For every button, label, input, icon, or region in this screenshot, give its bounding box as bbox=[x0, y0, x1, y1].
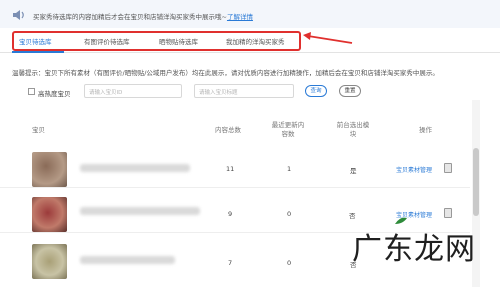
search-button[interactable]: 查询 bbox=[305, 85, 327, 97]
total-count: 7 bbox=[228, 259, 233, 267]
total-count: 11 bbox=[226, 165, 235, 173]
filter-bar: 高热度宝贝 请输入宝贝ID 请输入宝贝标题 查询 重置 bbox=[0, 84, 500, 98]
document-icon[interactable] bbox=[444, 163, 452, 173]
manage-materials-link[interactable]: 宝贝素材管理 bbox=[396, 165, 432, 174]
product-thumbnail bbox=[32, 152, 67, 187]
col-ops: 操作 bbox=[419, 126, 432, 134]
scrollbar-thumb[interactable] bbox=[473, 148, 479, 216]
recent-count: 0 bbox=[287, 259, 292, 267]
notice-bar: 买家秀待选库的内容加精后才会在宝贝和店铺洋淘买家秀中展示哦~了解详情 bbox=[0, 0, 500, 28]
notice-text: 买家秀待选库的内容加精后才会在宝贝和店铺洋淘买家秀中展示哦~ bbox=[33, 13, 227, 21]
hot-items-label: 高热度宝贝 bbox=[38, 90, 71, 98]
recent-count: 0 bbox=[287, 210, 292, 218]
tip-text: 温馨提示：宝贝下所有素材（有图评价/晒物贴/公域用户发布）均在此展示，请对优质内… bbox=[12, 69, 439, 77]
col-selected: 前台选出模 块 bbox=[336, 121, 370, 138]
blurred-product-title bbox=[80, 256, 175, 264]
col-total: 内容总数 bbox=[215, 126, 241, 134]
table-header: 宝贝 内容总数 最近更新内 容数 前台选出模 块 操作 bbox=[0, 117, 470, 143]
col-recent: 最近更新内 容数 bbox=[271, 121, 305, 138]
speaker-icon bbox=[13, 10, 24, 20]
total-count: 9 bbox=[228, 210, 233, 218]
active-tab-indicator bbox=[12, 51, 64, 53]
recent-count: 1 bbox=[287, 165, 292, 173]
arrow-annotation-icon bbox=[303, 32, 353, 44]
learn-more-link[interactable]: 了解详情 bbox=[227, 13, 253, 21]
highlight-box bbox=[12, 31, 301, 51]
hot-items-checkbox[interactable] bbox=[28, 88, 35, 95]
reset-button[interactable]: 重置 bbox=[339, 85, 361, 97]
col-item: 宝贝 bbox=[32, 126, 45, 134]
product-thumbnail bbox=[32, 197, 67, 232]
watermark: 广东龙网 bbox=[352, 232, 476, 267]
selected-flag: 否 bbox=[349, 212, 356, 220]
selected-flag: 是 bbox=[350, 167, 357, 175]
document-icon[interactable] bbox=[444, 208, 452, 218]
item-id-input[interactable]: 请输入宝贝ID bbox=[84, 84, 182, 98]
blurred-product-title bbox=[80, 164, 190, 172]
blurred-product-title bbox=[80, 207, 200, 215]
product-thumbnail bbox=[32, 244, 67, 279]
item-title-input[interactable]: 请输入宝贝标题 bbox=[194, 84, 294, 98]
table-row: 11 1 是 宝贝素材管理 bbox=[0, 148, 470, 188]
